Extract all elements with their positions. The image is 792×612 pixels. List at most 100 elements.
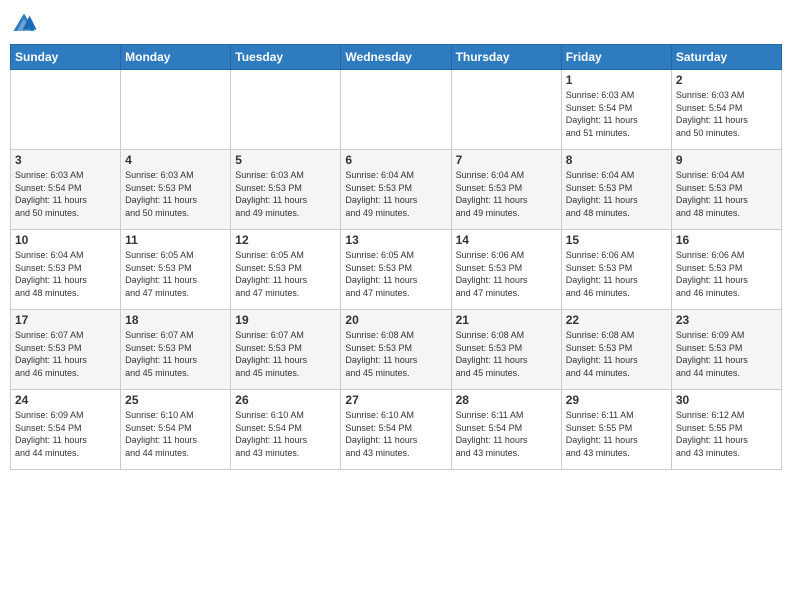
calendar-cell: 27 Sunrise: 6:10 AM Sunset: 5:54 PM Dayli…	[341, 390, 451, 470]
calendar-cell: 8Sunrise: 6:04 AM Sunset: 5:53 PM Daylig…	[561, 150, 671, 230]
day-number: 22	[566, 313, 667, 327]
day-number: 21	[456, 313, 557, 327]
day-number: 28	[456, 393, 557, 407]
day-info: Sunrise: 6:03 AM Sunset: 5:53 PM Dayligh…	[235, 169, 336, 219]
weekday-header: Friday	[561, 45, 671, 70]
calendar-cell: 5 Sunrise: 6:03 AM Sunset: 5:53 PM Daylig…	[231, 150, 341, 230]
day-info: Sunrise: 6:10 AM Sunset: 5:54 PM Dayligh…	[345, 409, 446, 459]
calendar-cell	[341, 70, 451, 150]
day-info: Sunrise: 6:04 AM Sunset: 5:53 PM Dayligh…	[345, 169, 446, 219]
day-info: Sunrise: 6:06 AM Sunset: 5:53 PM Dayligh…	[456, 249, 557, 299]
calendar-cell	[231, 70, 341, 150]
day-info: Sunrise: 6:06 AM Sunset: 5:53 PM Dayligh…	[566, 249, 667, 299]
logo-icon	[10, 10, 38, 38]
calendar-cell: 7 Sunrise: 6:04 AM Sunset: 5:53 PM Daylig…	[451, 150, 561, 230]
day-info: Sunrise: 6:03 AM Sunset: 5:54 PM Dayligh…	[676, 89, 777, 139]
day-info: Sunrise: 6:04 AM Sunset: 5:53 PM Dayligh…	[456, 169, 557, 219]
page-header	[10, 10, 782, 38]
weekday-header: Saturday	[671, 45, 781, 70]
calendar-week-row: 3 Sunrise: 6:03 AM Sunset: 5:54 PM Daylig…	[11, 150, 782, 230]
day-number: 11	[125, 233, 226, 247]
day-info: Sunrise: 6:08 AM Sunset: 5:53 PM Dayligh…	[345, 329, 446, 379]
calendar-cell: 1 Sunrise: 6:03 AM Sunset: 5:54 PM Daylig…	[561, 70, 671, 150]
calendar-cell	[121, 70, 231, 150]
calendar-cell: 13 Sunrise: 6:05 AM Sunset: 5:53 PM Dayli…	[341, 230, 451, 310]
day-number: 4	[125, 153, 226, 167]
day-number: 3	[15, 153, 116, 167]
weekday-header: Tuesday	[231, 45, 341, 70]
day-info: Sunrise: 6:03 AM Sunset: 5:54 PM Dayligh…	[566, 89, 667, 139]
calendar: SundayMondayTuesdayWednesdayThursdayFrid…	[10, 44, 782, 470]
calendar-cell: 28 Sunrise: 6:11 AM Sunset: 5:54 PM Dayli…	[451, 390, 561, 470]
day-info: Sunrise: 6:11 AM Sunset: 5:55 PM Dayligh…	[566, 409, 667, 459]
calendar-week-row: 1 Sunrise: 6:03 AM Sunset: 5:54 PM Daylig…	[11, 70, 782, 150]
calendar-cell: 10 Sunrise: 6:04 AM Sunset: 5:53 PM Dayli…	[11, 230, 121, 310]
day-info: Sunrise: 6:12 AM Sunset: 5:55 PM Dayligh…	[676, 409, 777, 459]
day-info: Sunrise: 6:09 AM Sunset: 5:53 PM Dayligh…	[676, 329, 777, 379]
day-info: Sunrise: 6:04 AM Sunset: 5:53 PM Dayligh…	[676, 169, 777, 219]
calendar-cell: 15 Sunrise: 6:06 AM Sunset: 5:53 PM Dayli…	[561, 230, 671, 310]
calendar-cell: 21 Sunrise: 6:08 AM Sunset: 5:53 PM Dayli…	[451, 310, 561, 390]
day-info: Sunrise: 6:09 AM Sunset: 5:54 PM Dayligh…	[15, 409, 116, 459]
calendar-week-row: 10 Sunrise: 6:04 AM Sunset: 5:53 PM Dayli…	[11, 230, 782, 310]
day-number: 16	[676, 233, 777, 247]
day-number: 26	[235, 393, 336, 407]
day-info: Sunrise: 6:07 AM Sunset: 5:53 PM Dayligh…	[125, 329, 226, 379]
day-info: Sunrise: 6:07 AM Sunset: 5:53 PM Dayligh…	[235, 329, 336, 379]
calendar-cell: 23 Sunrise: 6:09 AM Sunset: 5:53 PM Dayli…	[671, 310, 781, 390]
calendar-cell: 3 Sunrise: 6:03 AM Sunset: 5:54 PM Daylig…	[11, 150, 121, 230]
logo	[10, 10, 42, 38]
day-number: 7	[456, 153, 557, 167]
calendar-cell	[11, 70, 121, 150]
day-info: Sunrise: 6:05 AM Sunset: 5:53 PM Dayligh…	[345, 249, 446, 299]
calendar-cell: 20Sunrise: 6:08 AM Sunset: 5:53 PM Dayli…	[341, 310, 451, 390]
calendar-cell: 30Sunrise: 6:12 AM Sunset: 5:55 PM Dayli…	[671, 390, 781, 470]
day-number: 23	[676, 313, 777, 327]
calendar-cell: 11 Sunrise: 6:05 AM Sunset: 5:53 PM Dayli…	[121, 230, 231, 310]
day-number: 24	[15, 393, 116, 407]
day-number: 18	[125, 313, 226, 327]
calendar-cell: 22 Sunrise: 6:08 AM Sunset: 5:53 PM Dayli…	[561, 310, 671, 390]
day-number: 6	[345, 153, 446, 167]
day-info: Sunrise: 6:06 AM Sunset: 5:53 PM Dayligh…	[676, 249, 777, 299]
day-info: Sunrise: 6:05 AM Sunset: 5:53 PM Dayligh…	[235, 249, 336, 299]
calendar-cell: 18 Sunrise: 6:07 AM Sunset: 5:53 PM Dayli…	[121, 310, 231, 390]
calendar-week-row: 24 Sunrise: 6:09 AM Sunset: 5:54 PM Dayli…	[11, 390, 782, 470]
day-number: 9	[676, 153, 777, 167]
day-info: Sunrise: 6:04 AM Sunset: 5:53 PM Dayligh…	[566, 169, 667, 219]
calendar-cell: 19 Sunrise: 6:07 AM Sunset: 5:53 PM Dayli…	[231, 310, 341, 390]
day-number: 10	[15, 233, 116, 247]
calendar-cell: 17Sunrise: 6:07 AM Sunset: 5:53 PM Dayli…	[11, 310, 121, 390]
weekday-header: Thursday	[451, 45, 561, 70]
calendar-cell: 24 Sunrise: 6:09 AM Sunset: 5:54 PM Dayli…	[11, 390, 121, 470]
day-info: Sunrise: 6:07 AM Sunset: 5:53 PM Dayligh…	[15, 329, 116, 379]
calendar-cell: 4 Sunrise: 6:03 AM Sunset: 5:53 PM Daylig…	[121, 150, 231, 230]
calendar-header-row: SundayMondayTuesdayWednesdayThursdayFrid…	[11, 45, 782, 70]
day-info: Sunrise: 6:05 AM Sunset: 5:53 PM Dayligh…	[125, 249, 226, 299]
day-info: Sunrise: 6:11 AM Sunset: 5:54 PM Dayligh…	[456, 409, 557, 459]
day-number: 27	[345, 393, 446, 407]
day-number: 5	[235, 153, 336, 167]
day-info: Sunrise: 6:08 AM Sunset: 5:53 PM Dayligh…	[566, 329, 667, 379]
day-number: 19	[235, 313, 336, 327]
day-number: 1	[566, 73, 667, 87]
day-info: Sunrise: 6:03 AM Sunset: 5:53 PM Dayligh…	[125, 169, 226, 219]
calendar-cell: 14Sunrise: 6:06 AM Sunset: 5:53 PM Dayli…	[451, 230, 561, 310]
day-info: Sunrise: 6:03 AM Sunset: 5:54 PM Dayligh…	[15, 169, 116, 219]
weekday-header: Wednesday	[341, 45, 451, 70]
calendar-cell	[451, 70, 561, 150]
day-number: 13	[345, 233, 446, 247]
calendar-cell: 29Sunrise: 6:11 AM Sunset: 5:55 PM Dayli…	[561, 390, 671, 470]
day-info: Sunrise: 6:08 AM Sunset: 5:53 PM Dayligh…	[456, 329, 557, 379]
weekday-header: Sunday	[11, 45, 121, 70]
day-number: 15	[566, 233, 667, 247]
day-info: Sunrise: 6:10 AM Sunset: 5:54 PM Dayligh…	[125, 409, 226, 459]
day-number: 12	[235, 233, 336, 247]
calendar-cell: 12 Sunrise: 6:05 AM Sunset: 5:53 PM Dayli…	[231, 230, 341, 310]
calendar-cell: 6 Sunrise: 6:04 AM Sunset: 5:53 PM Daylig…	[341, 150, 451, 230]
day-info: Sunrise: 6:04 AM Sunset: 5:53 PM Dayligh…	[15, 249, 116, 299]
calendar-cell: 25Sunrise: 6:10 AM Sunset: 5:54 PM Dayli…	[121, 390, 231, 470]
calendar-cell: 9 Sunrise: 6:04 AM Sunset: 5:53 PM Daylig…	[671, 150, 781, 230]
calendar-cell: 26Sunrise: 6:10 AM Sunset: 5:54 PM Dayli…	[231, 390, 341, 470]
calendar-cell: 2Sunrise: 6:03 AM Sunset: 5:54 PM Daylig…	[671, 70, 781, 150]
